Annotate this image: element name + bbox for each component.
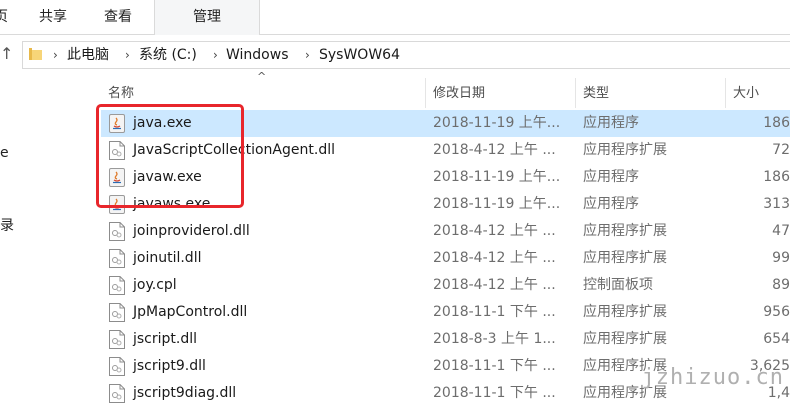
tab-view[interactable]: 查看 [92, 0, 144, 34]
file-date-modified: 2018-4-12 上午 ... [433, 277, 556, 293]
dll-file-icon [109, 303, 125, 322]
file-size: 654 [763, 331, 790, 347]
file-date-modified: 2018-11-19 上午... [433, 169, 561, 185]
tab-home[interactable]: 页 [0, 0, 8, 34]
up-arrow-icon[interactable]: ↑ [0, 43, 14, 65]
file-type: 应用程序扩展 [583, 250, 667, 266]
breadcrumb-windows[interactable]: Windows [226, 46, 289, 64]
file-name: joinutil.dll [133, 250, 202, 266]
tab-share[interactable]: 共享 [28, 0, 78, 34]
breadcrumb-separator: › [305, 48, 310, 62]
file-size: 186 [763, 115, 790, 131]
tab-manage[interactable]: 管理 [154, 0, 260, 35]
file-date-modified: 2018-4-12 上午 ... [433, 142, 556, 158]
breadcrumb-separator: › [125, 48, 130, 62]
file-date-modified: 2018-11-19 上午... [433, 196, 561, 212]
breadcrumb-separator: › [53, 48, 58, 62]
breadcrumb-system-c[interactable]: 系统 (C:) [139, 46, 197, 64]
file-date-modified: 2018-4-12 上午 ... [433, 223, 556, 239]
column-divider[interactable] [575, 78, 576, 108]
file-type: 应用程序扩展 [583, 142, 667, 158]
file-row[interactable]: JpMapControl.dll 2018-11-1 下午 ... 应用程序扩展 95… [101, 299, 790, 326]
file-date-modified: 2018-4-12 上午 ... [433, 250, 556, 266]
file-row[interactable]: joy.cpl 2018-4-12 上午 ... 控制面板项 89 [101, 272, 790, 299]
file-name: JpMapControl.dll [133, 304, 248, 320]
cpl-file-icon [109, 276, 125, 295]
file-type: 应用程序 [583, 196, 639, 212]
file-date-modified: 2018-11-1 下午 ... [433, 358, 556, 374]
navigation-pane: e 录 [0, 73, 84, 394]
nav-item-fragment[interactable]: e [0, 145, 9, 161]
nav-item-fragment[interactable]: 录 [0, 215, 14, 235]
file-row[interactable]: joinutil.dll 2018-4-12 上午 ... 应用程序扩展 99 [101, 245, 790, 272]
file-size: 186 [763, 169, 790, 185]
annotation-highlight-box [96, 104, 244, 208]
folder-icon [29, 48, 42, 60]
file-name: joinproviderol.dll [133, 223, 250, 239]
breadcrumb-this-pc[interactable]: 此电脑 [67, 46, 109, 64]
file-name: joy.cpl [133, 277, 177, 293]
ribbon-tab-bar: 页 共享 查看 管理 [0, 0, 790, 35]
file-type: 应用程序 [583, 115, 639, 131]
file-size: 47 [772, 223, 790, 239]
file-size: 89 [772, 277, 790, 293]
column-header-size[interactable]: 大小 [733, 80, 759, 108]
address-row: ↑ › 此电脑 › 系统 (C:) › Windows › SysWOW64 [0, 35, 790, 73]
dll-file-icon [109, 249, 125, 268]
address-bar[interactable]: › 此电脑 › 系统 (C:) › Windows › SysWOW64 [22, 41, 790, 69]
file-date-modified: 2018-11-19 上午... [433, 115, 561, 131]
file-size: 956 [763, 304, 790, 320]
breadcrumb-syswow64[interactable]: SysWOW64 [319, 46, 400, 64]
file-date-modified: 2018-11-1 下午 ... [433, 304, 556, 320]
dll-file-icon [109, 222, 125, 241]
file-type: 应用程序扩展 [583, 331, 667, 347]
column-header-type[interactable]: 类型 [583, 80, 609, 108]
file-size: 313 [763, 196, 790, 212]
file-type: 控制面板项 [583, 277, 653, 293]
file-row[interactable]: joinproviderol.dll 2018-4-12 上午 ... 应用程序扩展… [101, 218, 790, 245]
column-header-date[interactable]: 修改日期 [433, 80, 485, 108]
file-name: jscript.dll [133, 331, 198, 347]
dll-file-icon [109, 357, 125, 376]
file-row[interactable]: jscript.dll 2018-8-3 上午 1... 应用程序扩展 654 [101, 326, 790, 353]
file-type: 应用程序扩展 [583, 304, 667, 320]
file-type: 应用程序扩展 [583, 223, 667, 239]
column-divider[interactable] [425, 78, 426, 108]
watermark: jzhizuo.cn [641, 365, 784, 390]
file-size: 72 [772, 142, 790, 158]
sort-ascending-icon: ^ [257, 70, 267, 83]
file-type: 应用程序 [583, 169, 639, 185]
file-size: 99 [772, 250, 790, 266]
file-name: jscript9.dll [133, 358, 206, 374]
file-date-modified: 2018-8-3 上午 1... [433, 331, 556, 347]
breadcrumb-separator: › [213, 48, 218, 62]
column-divider[interactable] [725, 78, 726, 108]
dll-file-icon [109, 330, 125, 349]
